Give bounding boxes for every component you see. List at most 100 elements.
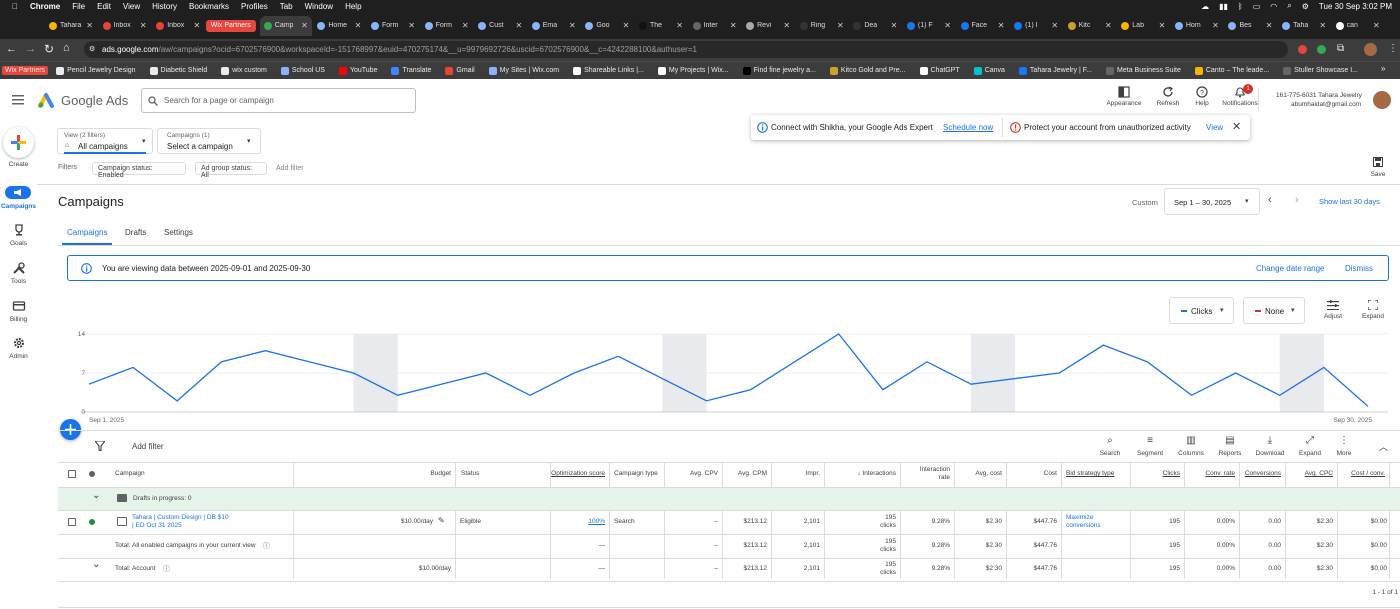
header-col[interactable]: Cost / conv. (1351, 470, 1385, 477)
tab-close-icon[interactable]: ✕ (1266, 21, 1273, 30)
tab-close-icon[interactable]: ✕ (891, 21, 898, 30)
account-id[interactable]: 161-775-6031 Tahara Jewelry (1276, 92, 1362, 99)
view-link[interactable]: View (1206, 123, 1223, 132)
tab-close-icon[interactable]: ✕ (569, 21, 576, 30)
toolbar-reports-button[interactable]: ▤ Reports (1214, 435, 1246, 457)
next-period-icon[interactable]: › (1295, 194, 1299, 206)
chart-expand-button[interactable]: Expand (1360, 300, 1386, 320)
tab-close-icon[interactable]: ✕ (193, 21, 200, 30)
extensions-puzzle-icon[interactable]: ⧉ (1337, 43, 1344, 54)
menu-history[interactable]: History (152, 2, 177, 11)
tab-close-icon[interactable]: ✕ (1319, 21, 1326, 30)
browser-tab[interactable]: Dea ✕ (849, 16, 901, 36)
browser-tab[interactable]: Inbox ✕ (99, 16, 151, 36)
filter-icon[interactable] (95, 441, 105, 451)
search-input[interactable]: Search for a page or campaign (141, 88, 416, 113)
bookmark-item[interactable]: Translate (391, 66, 431, 75)
audio-icon[interactable]: ▮▮ (1219, 2, 1228, 11)
tab-close-icon[interactable]: ✕ (301, 21, 308, 30)
menu-edit[interactable]: Edit (97, 2, 111, 11)
browser-tab[interactable]: Hom ✕ (1171, 16, 1223, 36)
wifi-icon[interactable]: ◠ (1270, 2, 1277, 11)
browser-tab[interactable]: Face ✕ (957, 16, 1009, 36)
save-button[interactable]: Save (1368, 157, 1388, 178)
browser-tab[interactable]: Taha ✕ (1278, 16, 1330, 36)
date-range-picker[interactable]: Sep 1 – 30, 2025 ▾ (1164, 188, 1260, 215)
select-all-checkbox[interactable] (68, 470, 76, 478)
bookmark-item[interactable]: My Sites | Wix.com (488, 66, 559, 75)
control-center-icon[interactable]: ⚙ (1302, 2, 1309, 11)
menu-bookmarks[interactable]: Bookmarks (189, 2, 229, 11)
optimization-score-cell[interactable]: 100% (588, 518, 605, 525)
browser-tab[interactable]: Ring ✕ (796, 16, 848, 36)
help-button[interactable]: ? Help (1182, 86, 1222, 107)
header-col[interactable]: Status (461, 470, 479, 477)
bookmark-item[interactable]: Meta Business Suite (1106, 66, 1181, 75)
account-avatar[interactable] (1373, 91, 1391, 109)
tab-close-icon[interactable]: ✕ (355, 21, 362, 30)
tab-drafts[interactable]: Drafts (125, 228, 146, 237)
back-icon[interactable]: ← (6, 43, 17, 55)
header-col[interactable]: Cost (1044, 470, 1057, 477)
cloud-icon[interactable]: ☁ (1201, 2, 1209, 11)
header-col[interactable]: Conv. rate (1205, 470, 1235, 477)
header-bid-strategy[interactable]: Bid strategy type (1066, 470, 1114, 477)
header-col[interactable]: Optimization score (551, 470, 605, 477)
row-checkbox[interactable] (68, 518, 76, 526)
header-campaign-type[interactable]: Campaign type (614, 470, 658, 477)
appearance-button[interactable]: Appearance (1104, 86, 1144, 107)
menu-app[interactable]: Chrome (30, 2, 60, 11)
change-date-range-link[interactable]: Change date range (1256, 264, 1325, 273)
dismiss-link[interactable]: Dismiss (1345, 264, 1373, 273)
header-col[interactable]: Avg. CPV (690, 470, 718, 477)
menu-window[interactable]: Window (305, 2, 333, 11)
metric1-selector[interactable]: Clicks ▾ (1169, 297, 1234, 324)
edit-budget-icon[interactable]: ✎ (438, 516, 445, 525)
notifications-button[interactable]: Notifications (1220, 86, 1260, 107)
forward-icon[interactable]: → (25, 43, 36, 55)
header-campaign[interactable]: Campaign (115, 470, 145, 477)
nav-tools[interactable]: Tools (0, 261, 37, 285)
create-button[interactable] (3, 127, 34, 158)
nav-campaigns[interactable] (5, 186, 31, 199)
nav-goals[interactable]: Goals (0, 223, 37, 247)
bookmark-item[interactable]: Find fine jewelry a... (742, 66, 816, 75)
browser-tab[interactable]: Inter ✕ (689, 16, 741, 36)
browser-tab[interactable]: (1) I ✕ (1010, 16, 1062, 36)
schedule-now-link[interactable]: Schedule now (943, 123, 993, 132)
browser-tab[interactable]: (1) F ✕ (903, 16, 955, 36)
search-icon[interactable]: ⌕ (1287, 1, 1291, 11)
show-last-30-days-link[interactable]: Show last 30 days (1319, 197, 1380, 206)
header-col[interactable]: Impr. (806, 470, 820, 477)
header-interactions[interactable]: ↓ Interactions (857, 470, 896, 477)
view-selector[interactable]: View (2 filters) ⌂ All campaigns ▾ (57, 128, 153, 154)
filter-chip-ad-group-status[interactable]: Ad group status: All (195, 162, 267, 179)
header-col[interactable]: Clicks (1163, 470, 1180, 477)
tab-close-icon[interactable]: ✕ (408, 21, 415, 30)
bluetooth-icon[interactable]: ᛒ (1238, 2, 1243, 11)
campaign-selector[interactable]: Campaigns (1) Select a campaign ▾ (157, 128, 261, 154)
bookmark-item[interactable]: Canto – The leade... (1194, 66, 1269, 75)
browser-tab[interactable]: Cust ✕ (474, 16, 526, 36)
tab-close-icon[interactable]: ✕ (140, 21, 147, 30)
grammarly-icon[interactable] (1317, 45, 1326, 54)
adjust-button[interactable]: Adjust (1321, 300, 1345, 320)
browser-tab[interactable]: Wix Partners (205, 19, 256, 32)
apple-icon[interactable]:  (12, 2, 18, 11)
browser-tab[interactable]: Form ✕ (367, 16, 419, 36)
browser-tab[interactable]: Camp ✕ (259, 15, 312, 36)
tab-close-icon[interactable]: ✕ (1212, 21, 1219, 30)
bookmark-item[interactable]: Shareable Links |... (573, 66, 644, 75)
browser-tab[interactable]: The ✕ (635, 16, 687, 36)
menu-file[interactable]: File (72, 2, 85, 11)
browser-tab[interactable]: Home ✕ (313, 16, 365, 36)
tab-close-icon[interactable]: ✕ (623, 21, 630, 30)
browser-tab[interactable]: Tahara ✕ (45, 16, 97, 36)
add-filter-link[interactable]: Add filter (276, 165, 304, 172)
toolbar-download-button[interactable]: ⤓ Download (1254, 435, 1286, 457)
bookmark-item[interactable]: Pencil Jewelry Design (56, 66, 136, 75)
filter-chip-campaign-status[interactable]: Campaign status: Enabled (92, 162, 186, 179)
campaign-name-link[interactable]: Tahara | Custom Design | DB $10 | ED Oct… (132, 514, 232, 530)
bid-strategy-cell[interactable]: Maximize conversions (1066, 514, 1121, 530)
toolbar-search-button[interactable]: ⌕ Search (1094, 435, 1126, 457)
